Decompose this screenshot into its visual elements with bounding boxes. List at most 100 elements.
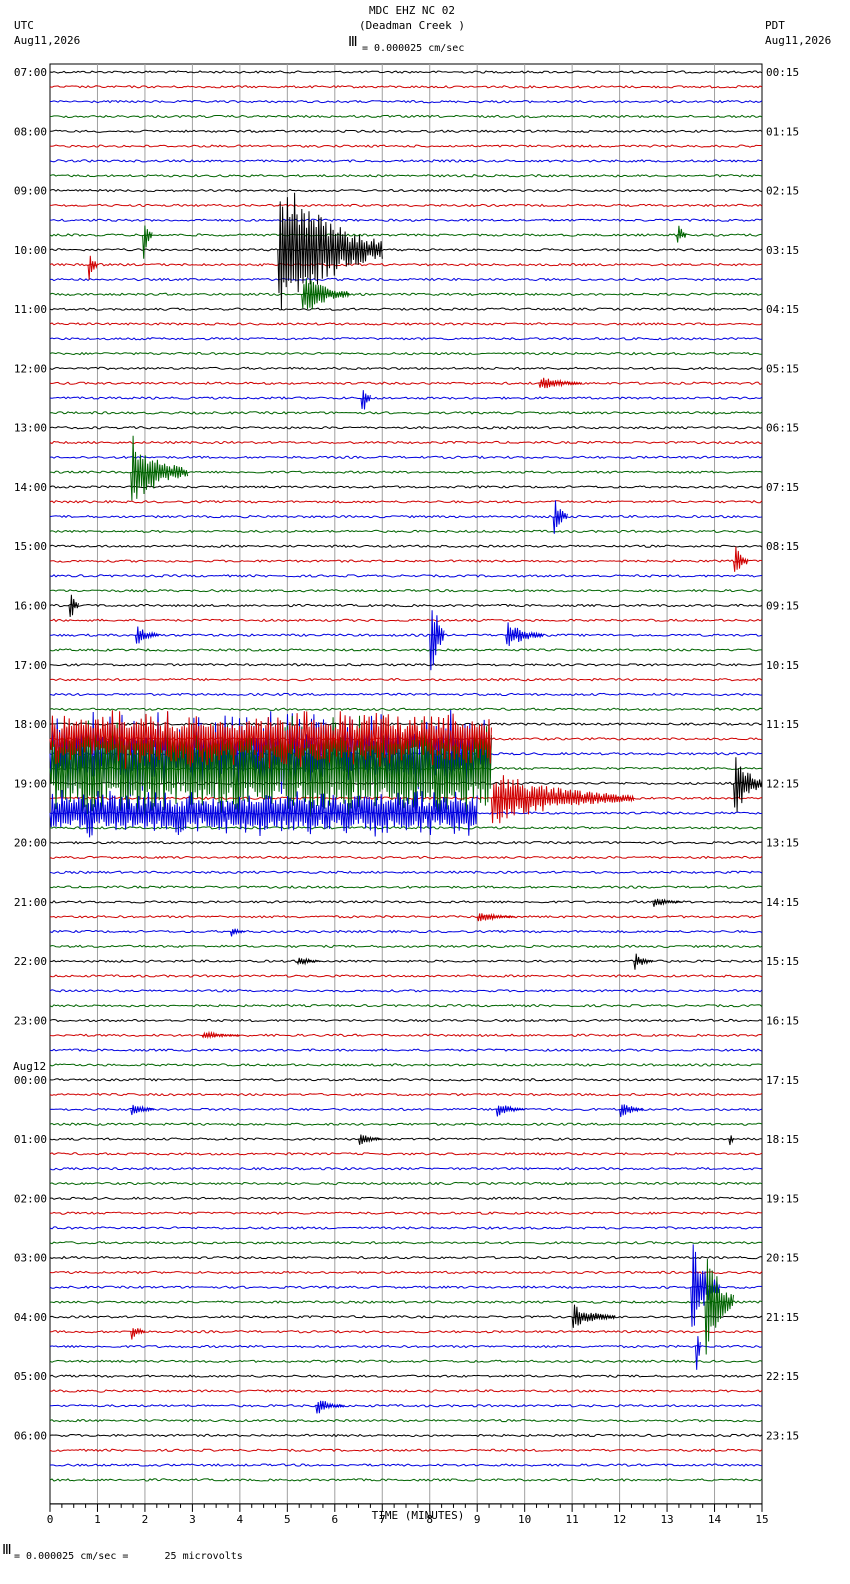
seismic-event (633, 953, 654, 970)
trace-row (49, 959, 763, 963)
trace-row (49, 1374, 763, 1378)
trace-row (49, 929, 763, 934)
trace-row (49, 292, 763, 297)
utc-hour-label: 21:00 (14, 896, 47, 909)
utc-hour-label: 09:00 (14, 185, 47, 198)
seismic-event (733, 757, 763, 812)
trace-row (49, 1270, 763, 1275)
trace-row (49, 1463, 763, 1467)
x-tick-label: 3 (189, 1513, 196, 1526)
trace-row (49, 870, 763, 875)
trace-row (49, 574, 763, 578)
x-tick-label: 12 (613, 1513, 626, 1526)
trace-row (49, 366, 763, 371)
trace-row (49, 1092, 763, 1097)
pdt-hour-label: 12:15 (766, 777, 799, 790)
trace-row (49, 1315, 763, 1319)
trace-row (49, 885, 763, 889)
utc-hour-label: 15:00 (14, 540, 47, 553)
utc-hour-label: 17:00 (14, 659, 47, 672)
trace-row (49, 485, 763, 489)
trace-row (49, 1018, 763, 1023)
trace-row (49, 1255, 762, 1260)
trace-row (49, 248, 763, 252)
pdt-hour-label: 13:15 (766, 837, 799, 850)
x-tick-label: 15 (755, 1513, 768, 1526)
utc-hour-label: 16:00 (14, 600, 47, 613)
trace-row (49, 648, 762, 652)
trace-row (49, 114, 763, 119)
pdt-hour-label: 10:15 (766, 659, 799, 672)
pdt-hour-label: 00:15 (766, 66, 799, 79)
seismic-event (733, 546, 749, 572)
trace-row (49, 1448, 763, 1453)
utc-hour-label: 11:00 (14, 303, 47, 316)
trace-row (49, 174, 763, 178)
trace-row (49, 618, 763, 623)
x-tick-label: 10 (518, 1513, 531, 1526)
utc-hour-label: 18:00 (14, 718, 47, 731)
trace-row (49, 411, 763, 415)
utc-hour-label: 20:00 (14, 837, 47, 850)
trace-row (49, 1196, 763, 1201)
trace-row (49, 218, 763, 222)
pdt-hour-label: 16:15 (766, 1014, 799, 1027)
trace-row (49, 840, 763, 845)
pdt-hour-label: 14:15 (766, 896, 799, 909)
seismic-event (87, 255, 98, 280)
pdt-hour-label: 08:15 (766, 540, 799, 553)
trace-row (49, 989, 763, 993)
trace-row (49, 1478, 763, 1482)
utc-hour-label: 23:00 (14, 1014, 47, 1027)
seismic-event (201, 1030, 241, 1040)
trace-row (49, 440, 763, 445)
trace-row (49, 203, 763, 208)
pdt-hour-label: 09:15 (766, 600, 799, 613)
trace-row (49, 144, 763, 148)
trace-row (49, 1211, 763, 1215)
trace-row (49, 1078, 763, 1082)
seismic-event (315, 1400, 345, 1414)
x-axis-label: TIME (MINUTES) (371, 1509, 465, 1522)
utc-hour-label: 12:00 (14, 362, 47, 375)
trace-row (49, 277, 763, 282)
pdt-hour-label: 23:15 (766, 1429, 799, 1442)
trace-row (49, 1152, 763, 1156)
x-tick-label: 11 (566, 1513, 579, 1526)
utc-hour-label: 08:00 (14, 125, 47, 138)
trace-row (49, 1003, 763, 1008)
trace-row (49, 262, 763, 267)
trace-row (49, 1285, 763, 1289)
trace-row (49, 129, 763, 133)
trace-row (49, 974, 763, 978)
utc-hour-label: 10:00 (14, 244, 47, 257)
utc-hour-label: 02:00 (14, 1192, 47, 1205)
trace-row (49, 1344, 763, 1349)
trace-row (49, 1063, 763, 1067)
trace-row (49, 455, 763, 460)
trace-row (49, 425, 763, 430)
seismic-event (358, 1134, 383, 1145)
seismic-event (619, 1104, 644, 1118)
seismic-event (495, 1105, 526, 1117)
pdt-hour-label: 06:15 (766, 422, 799, 435)
seismic-event (360, 390, 371, 410)
trace-row (49, 529, 762, 534)
trace-row (49, 337, 762, 341)
utc-hour-label: 14:00 (14, 481, 47, 494)
pdt-hour-label: 19:15 (766, 1192, 799, 1205)
trace-row (49, 663, 763, 667)
trace-row (49, 514, 763, 519)
utc-hour-label: 06:00 (14, 1429, 47, 1442)
x-tick-label: 0 (47, 1513, 54, 1526)
pdt-hour-label: 11:15 (766, 718, 799, 731)
trace-row (49, 1122, 763, 1126)
seismic-event (695, 1336, 701, 1370)
seismic-event (130, 1327, 146, 1340)
x-tick-label: 2 (142, 1513, 149, 1526)
utc-hour-label: 22:00 (14, 955, 47, 968)
trace-row (49, 1241, 763, 1245)
trace-row (49, 307, 763, 311)
seismic-event (229, 928, 245, 937)
pdt-hour-label: 01:15 (766, 125, 799, 138)
